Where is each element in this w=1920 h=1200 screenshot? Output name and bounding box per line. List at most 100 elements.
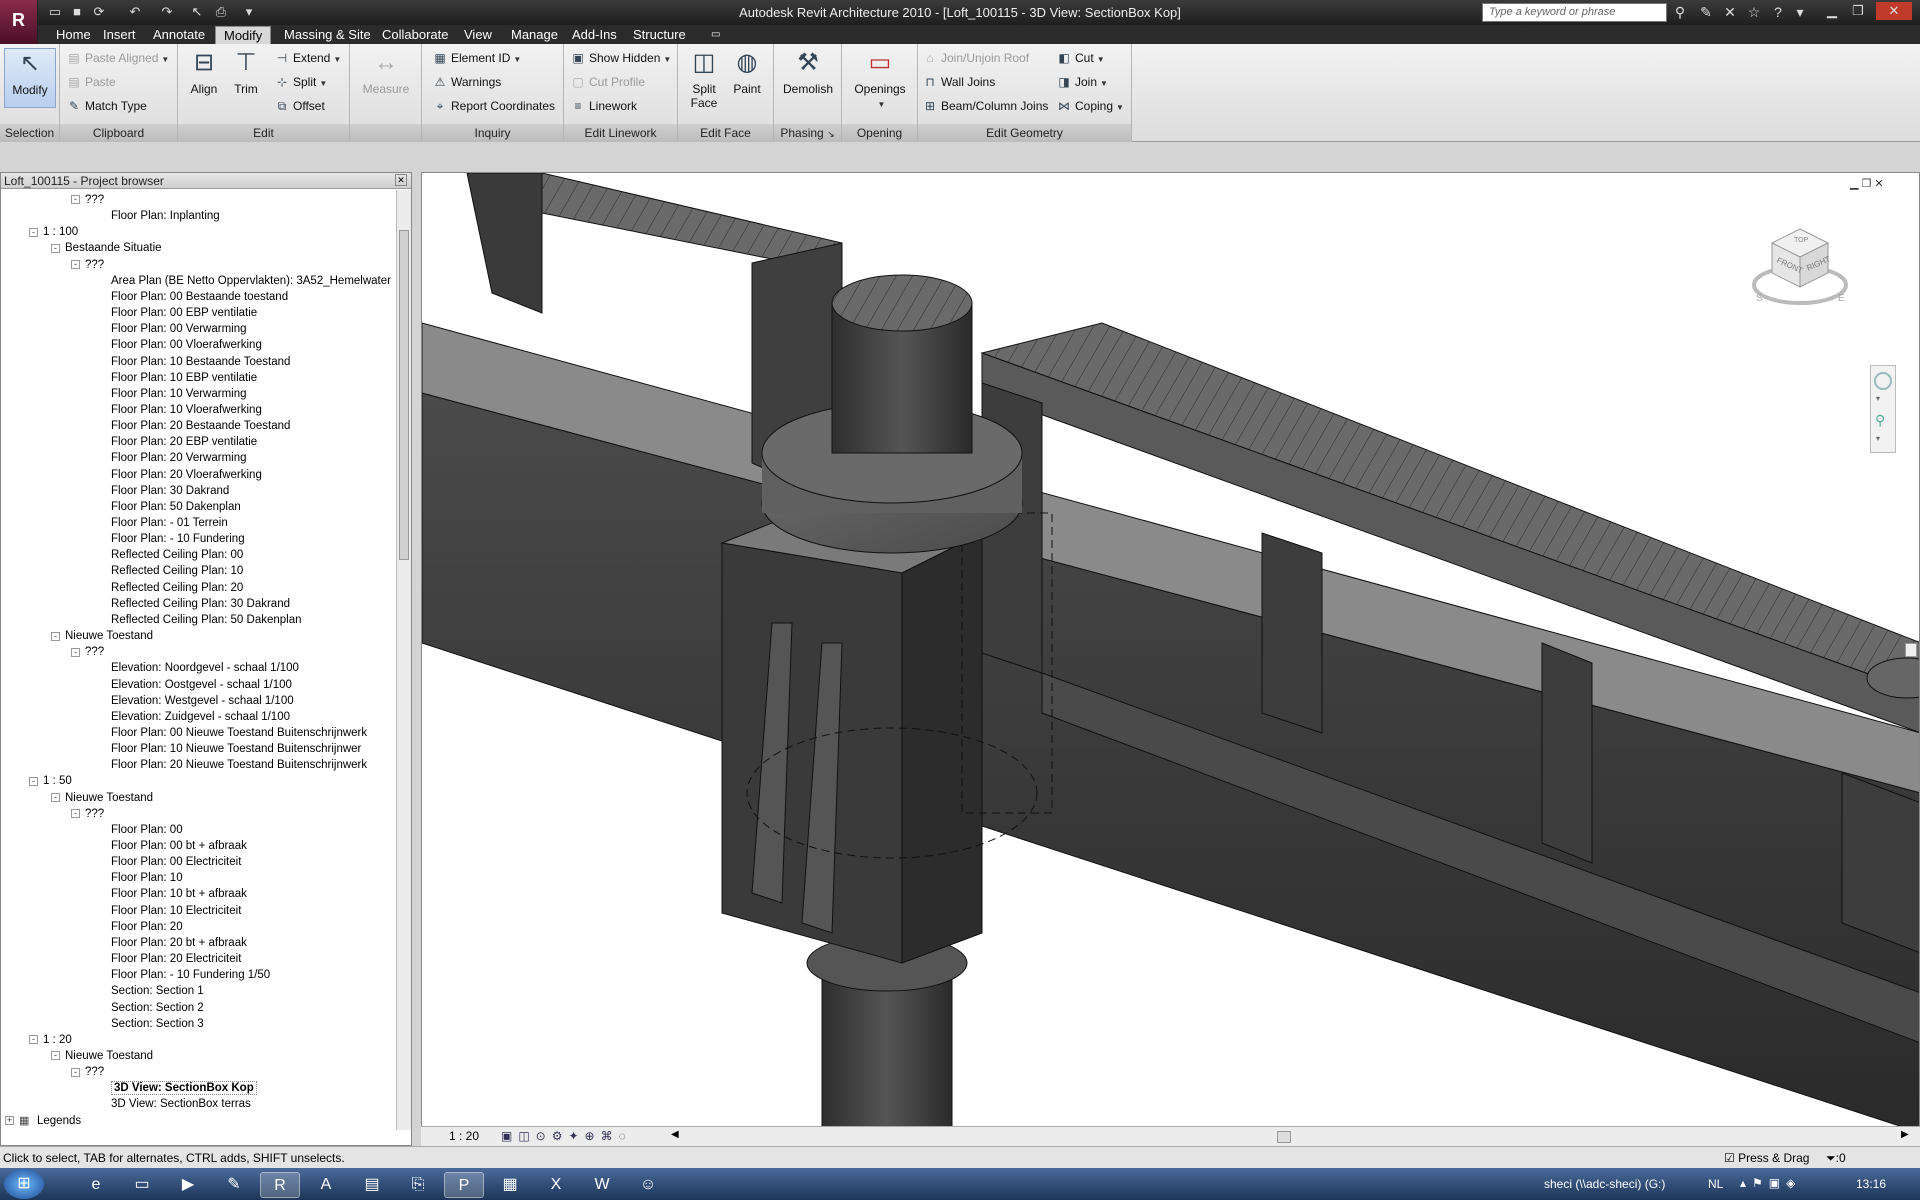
collapse-icon[interactable]: - bbox=[51, 1051, 60, 1061]
zoom-icon[interactable]: ⚲ bbox=[1875, 412, 1885, 429]
tree-view-item[interactable]: Floor Plan: - 10 Fundering bbox=[111, 531, 245, 547]
tree-view-item[interactable]: Section: Section 2 bbox=[111, 1000, 204, 1016]
help-dropdown-icon[interactable]: ▾ bbox=[1790, 3, 1810, 22]
folder-icon[interactable]: ▤ bbox=[352, 1172, 392, 1198]
collapse-icon[interactable]: - bbox=[71, 195, 80, 205]
tree-view-item[interactable]: Section: Section 1 bbox=[111, 983, 204, 999]
tree-view-item[interactable]: Reflected Ceiling Plan: 00 bbox=[111, 547, 243, 563]
paste-button[interactable]: ▤ Paste bbox=[66, 72, 115, 92]
tree-view-item[interactable]: Reflected Ceiling Plan: 10 bbox=[111, 563, 243, 579]
tree-view-item[interactable]: Floor Plan: - 01 Terrein bbox=[111, 515, 228, 531]
help-icon[interactable]: ? bbox=[1768, 3, 1788, 22]
ie-icon[interactable]: e bbox=[76, 1172, 116, 1198]
paint-button[interactable]: ◍ Paint bbox=[728, 48, 766, 96]
tree-group[interactable]: - Bestaande Situatie bbox=[51, 240, 162, 256]
tree-view-item[interactable]: Floor Plan: 20 Verwarming bbox=[111, 450, 247, 466]
dropdown-icon[interactable]: ▾ bbox=[1876, 434, 1880, 443]
tree-view-item[interactable]: Section: Section 3 bbox=[111, 1016, 204, 1032]
pdf-icon[interactable]: ⎘ bbox=[398, 1172, 438, 1198]
join-unjoin-roof-button[interactable]: ⌂ Join/Unjoin Roof bbox=[922, 48, 1029, 68]
report-coordinates-button[interactable]: ⌖ Report Coordinates bbox=[432, 96, 555, 116]
tree-view-item[interactable]: Floor Plan: - 10 Fundering 1/50 bbox=[111, 967, 270, 983]
tab-home[interactable]: Home bbox=[48, 26, 99, 44]
tree-group[interactable]: - Nieuwe Toestand bbox=[51, 628, 153, 644]
tree-view-item[interactable]: Floor Plan: 10 Bestaande Toestand bbox=[111, 354, 290, 370]
tree-view-item[interactable]: Floor Plan: 00 Electriciteit bbox=[111, 854, 241, 870]
subscription-icon[interactable]: ✎ bbox=[1696, 3, 1716, 22]
linework-button[interactable]: ≡ Linework bbox=[570, 96, 637, 116]
match-type-button[interactable]: ✎ Match Type bbox=[66, 96, 147, 116]
start-button[interactable]: ⊞ bbox=[4, 1169, 44, 1199]
view-scale[interactable]: 1 : 20 bbox=[449, 1129, 479, 1143]
press-drag-toggle[interactable]: ☑ Press & Drag bbox=[1724, 1147, 1809, 1169]
maximize-icon[interactable]: ❐ bbox=[1846, 2, 1870, 20]
tree-view-item[interactable]: Floor Plan: 20 Bestaande Toestand bbox=[111, 418, 290, 434]
application-menu-button[interactable]: R bbox=[0, 0, 38, 44]
3d-model-canvas[interactable] bbox=[422, 173, 1920, 1132]
tab-add-ins[interactable]: Add-Ins bbox=[564, 26, 625, 44]
dialog-launcher-icon[interactable]: ↘ bbox=[827, 129, 835, 139]
tab-massing-site[interactable]: Massing & Site bbox=[276, 26, 379, 44]
tree-view-item[interactable]: Elevation: Oostgevel - schaal 1/100 bbox=[111, 677, 292, 693]
beam-column-joins-button[interactable]: ⊞ Beam/Column Joins bbox=[922, 96, 1048, 116]
tree-view-item[interactable]: 3D View: SectionBox Kop bbox=[111, 1080, 257, 1096]
revit-taskbar-icon[interactable]: R bbox=[260, 1172, 300, 1198]
scrollbar-thumb[interactable] bbox=[399, 230, 409, 560]
close-icon[interactable]: ✕ bbox=[1876, 2, 1912, 20]
tree-view-item[interactable]: Floor Plan: 10 Nieuwe Toestand Buitensch… bbox=[111, 741, 361, 757]
minimize-icon[interactable]: ▁ bbox=[1820, 2, 1844, 20]
sync-icon[interactable]: ⟳ bbox=[90, 3, 108, 21]
tab-insert[interactable]: Insert bbox=[95, 26, 144, 44]
demolish-button[interactable]: ⚒ Demolish bbox=[778, 48, 838, 96]
tree-view-item[interactable]: Floor Plan: 10 EBP ventilatie bbox=[111, 370, 257, 386]
tree-group[interactable]: - Nieuwe Toestand bbox=[51, 790, 153, 806]
tree-view-item[interactable]: Floor Plan: 20 Vloerafwerking bbox=[111, 467, 262, 483]
tree-group[interactable]: +▦Schedules/Quantities bbox=[5, 1129, 146, 1130]
word-icon[interactable]: W bbox=[582, 1172, 622, 1198]
tree-view-item[interactable]: Elevation: Zuidgevel - schaal 1/100 bbox=[111, 709, 290, 725]
tree-view-item[interactable]: Floor Plan: 00 Nieuwe Toestand Buitensch… bbox=[111, 725, 367, 741]
collapse-icon[interactable]: - bbox=[71, 809, 80, 819]
pointer-icon[interactable]: ↖ bbox=[188, 3, 206, 21]
tree-view-item[interactable]: Floor Plan: 00 EBP ventilatie bbox=[111, 305, 257, 321]
compass-e-label[interactable]: E bbox=[1838, 293, 1845, 304]
element-id-button[interactable]: ▦ Element ID ▼ bbox=[432, 48, 521, 68]
extend-button[interactable]: ⊣ Extend ▼ bbox=[274, 48, 342, 68]
trim-button[interactable]: ⊤ Trim bbox=[228, 48, 264, 96]
tree-view-item[interactable]: Reflected Ceiling Plan: 30 Dakrand bbox=[111, 596, 290, 612]
search-input[interactable]: Type a keyword or phrase bbox=[1482, 3, 1667, 22]
collapse-icon[interactable]: - bbox=[29, 776, 38, 786]
view-window-controls[interactable]: ▁ ❐ ✕ bbox=[1850, 177, 1884, 190]
tab-structure[interactable]: Structure bbox=[625, 26, 694, 44]
collapse-icon[interactable]: - bbox=[51, 243, 60, 253]
redo-icon[interactable]: ↷ bbox=[158, 3, 176, 21]
collapse-icon[interactable]: - bbox=[51, 631, 60, 641]
save-icon[interactable]: ■ bbox=[68, 3, 86, 21]
dropdown-icon[interactable]: ▾ bbox=[1876, 394, 1880, 403]
tree-group[interactable]: -1 : 100 bbox=[29, 224, 78, 240]
browser-scrollbar[interactable] bbox=[396, 190, 411, 1130]
media-icon[interactable]: ▶ bbox=[168, 1172, 208, 1198]
viewcube-top-label[interactable]: TOP bbox=[1794, 237, 1808, 244]
scroll-left-icon[interactable]: ◀ bbox=[671, 1129, 679, 1140]
offset-button[interactable]: ⧉ Offset bbox=[274, 96, 325, 116]
wall-joins-button[interactable]: ⊓ Wall Joins bbox=[922, 72, 995, 92]
tree-view-item[interactable]: Floor Plan: 50 Dakenplan bbox=[111, 499, 241, 515]
filter-indicator[interactable]: ⏷:0 bbox=[1826, 1147, 1846, 1169]
collapse-icon[interactable]: - bbox=[51, 793, 60, 803]
scroll-right-icon[interactable]: ▶ bbox=[1901, 1129, 1909, 1140]
autocad-icon[interactable]: A bbox=[306, 1172, 346, 1198]
compass-s-label[interactable]: S bbox=[1756, 293, 1763, 304]
tree-view-item[interactable]: Floor Plan: 20 EBP ventilatie bbox=[111, 434, 257, 450]
undo-icon[interactable]: ↶ bbox=[126, 3, 144, 21]
tree-view-item[interactable]: Floor Plan: 10 Vloerafwerking bbox=[111, 402, 262, 418]
tree-group[interactable]: -??? bbox=[71, 806, 104, 822]
open-icon[interactable]: ▭ bbox=[46, 3, 64, 21]
align-button[interactable]: ⊟ Align bbox=[184, 48, 224, 96]
openings-button[interactable]: ▭ Openings ▼ bbox=[848, 48, 912, 110]
network-drive[interactable]: sheci (\\adc-sheci) (G:) bbox=[1544, 1177, 1665, 1191]
tree-view-item[interactable]: Floor Plan: 20 bt + afbraak bbox=[111, 935, 247, 951]
explorer-icon[interactable]: ▭ bbox=[122, 1172, 162, 1198]
collapse-icon[interactable]: - bbox=[29, 227, 38, 237]
tray-icons[interactable]: ▴⚑▣◈ bbox=[1740, 1176, 1801, 1190]
